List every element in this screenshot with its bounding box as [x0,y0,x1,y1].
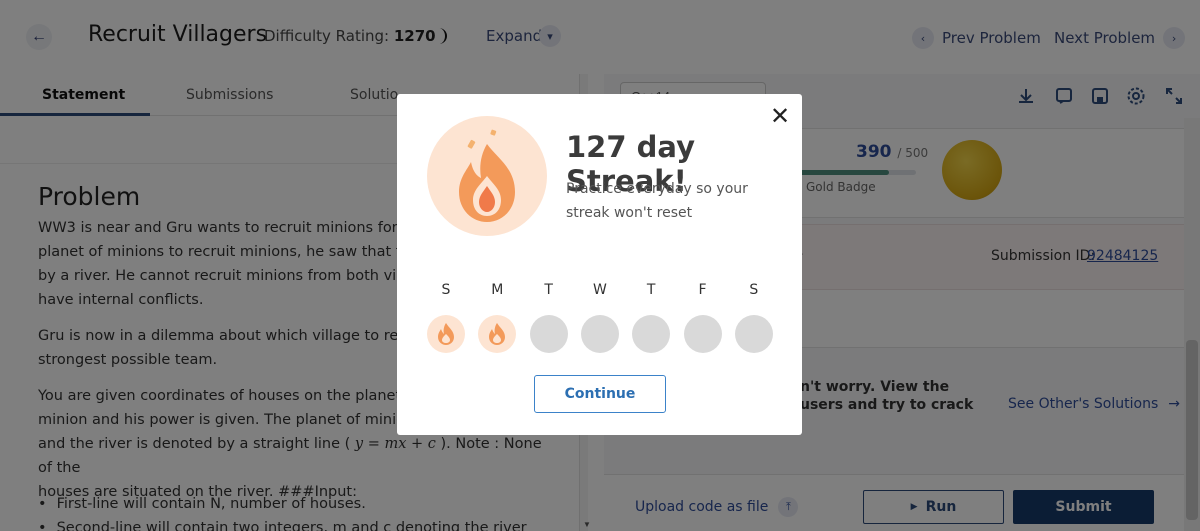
day-label: S [749,282,759,298]
day-pending-dot [580,315,619,353]
day-completed-flame-icon [478,315,517,353]
day-label: S [441,282,451,298]
day-label: F [698,282,707,298]
day-label: M [491,282,504,298]
streak-flame-badge [427,116,547,236]
continue-button[interactable]: Continue [534,375,666,413]
day-completed-flame-icon [427,315,465,353]
flame-icon [459,129,515,222]
close-icon[interactable]: ✕ [769,105,791,129]
day-pending-dot [632,315,671,353]
day-pending-dot [529,315,568,353]
day-label: W [592,282,607,298]
streak-subtitle: Practice everyday so your streak won't r… [566,181,748,221]
day-pending-dot [683,315,722,353]
day-label: T [646,282,656,298]
day-label: T [544,282,553,298]
streak-modal: ✕ 127 day Streak! Practice everyday so y… [397,94,802,435]
day-pending-dot [734,315,773,353]
